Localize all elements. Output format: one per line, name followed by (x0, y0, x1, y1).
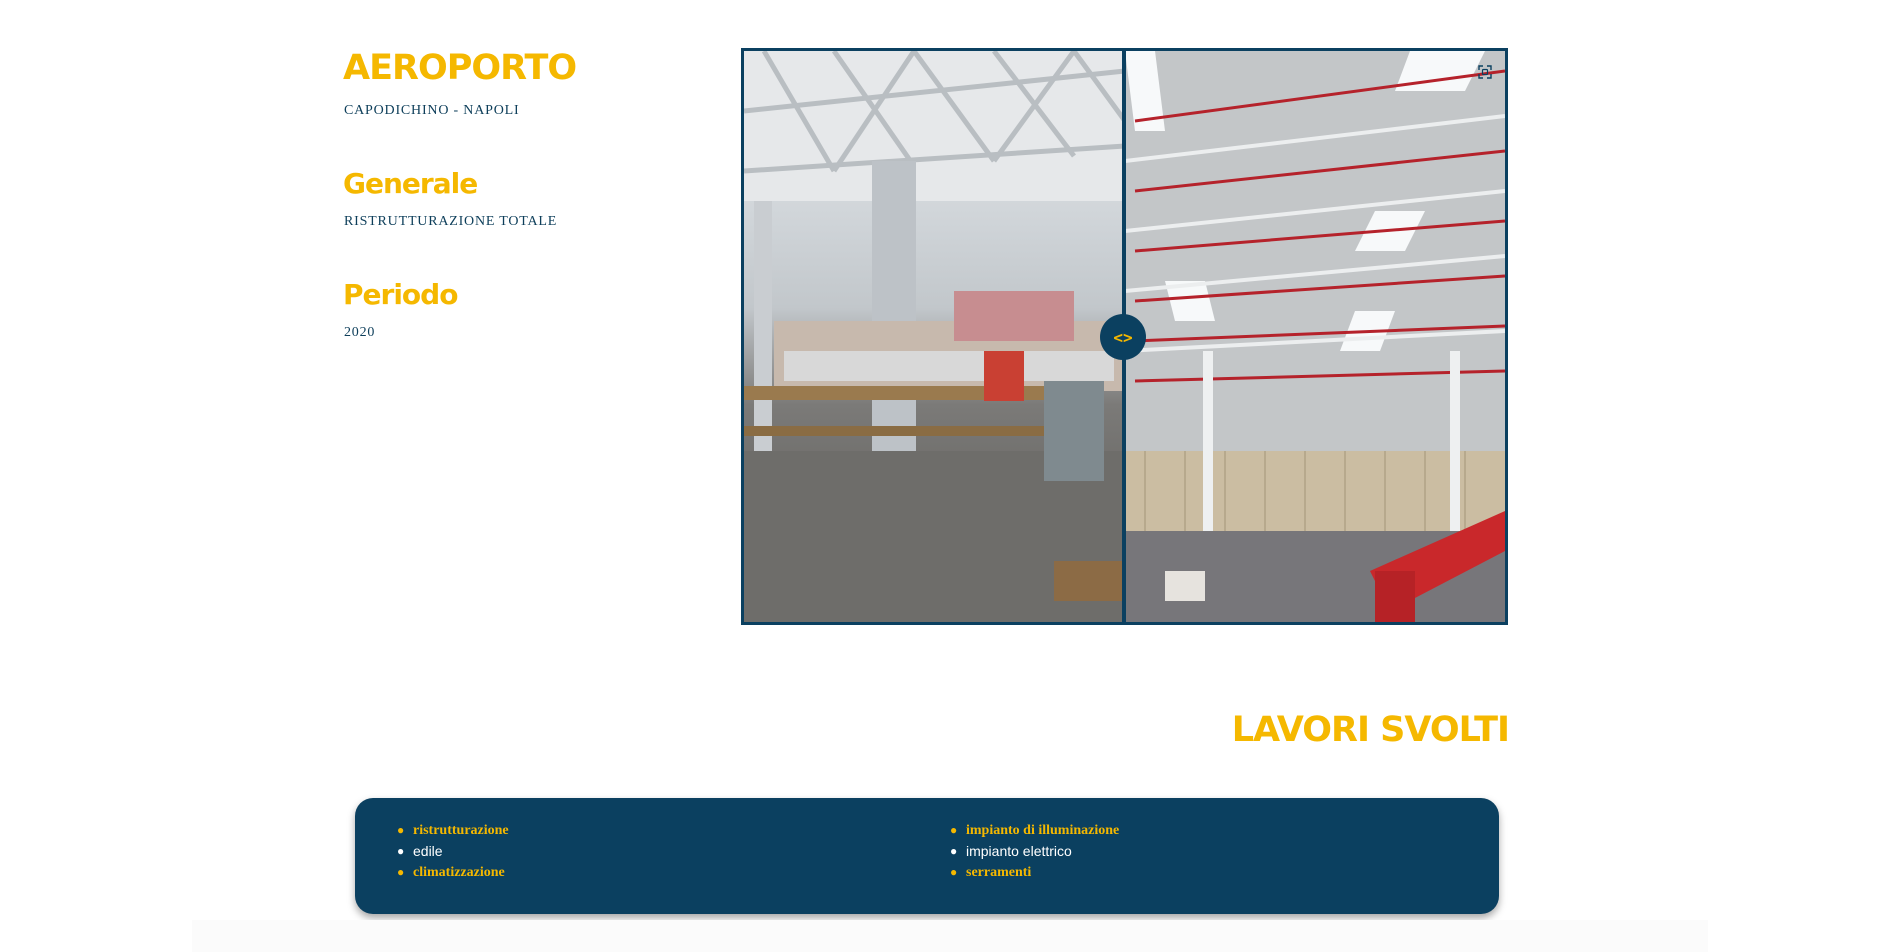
list-item: ● impianto elettrico (950, 843, 1072, 859)
list-item: ● serramenti (950, 865, 1032, 880)
list-item: ● edile (397, 843, 443, 859)
project-title: AEROPORTO (343, 48, 577, 88)
footer-band (192, 920, 1708, 952)
periodo-heading: Periodo (343, 278, 458, 311)
lavori-svolti-title: LAVORI SVOLTI (1231, 710, 1510, 750)
before-image (744, 51, 1125, 622)
generale-value: RISTRUTTURAZIONE TOTALE (344, 214, 558, 229)
fullscreen-icon[interactable] (1476, 63, 1494, 81)
periodo-value: 2020 (344, 325, 376, 340)
project-location: CAPODICHINO - NAPOLI (344, 103, 520, 118)
list-item: ● ristrutturazione (397, 823, 509, 838)
lavori-list-right: ● impianto di illuminazione ● impianto ele… (948, 820, 1119, 883)
generale-heading: Generale (343, 167, 478, 200)
after-image (1125, 51, 1505, 622)
list-item: ● climatizzazione (397, 865, 505, 880)
list-item: ● impianto di illuminazione (950, 823, 1120, 838)
lavori-list-left: ● ristrutturazione ● edile ● climatizzazion… (395, 820, 509, 883)
before-after-slider[interactable]: <> (741, 48, 1508, 625)
lavori-svolti-panel: ● ristrutturazione ● edile ● climatizzazion… (355, 798, 1499, 914)
slider-handle-arrows-icon[interactable]: <> (1100, 314, 1146, 360)
